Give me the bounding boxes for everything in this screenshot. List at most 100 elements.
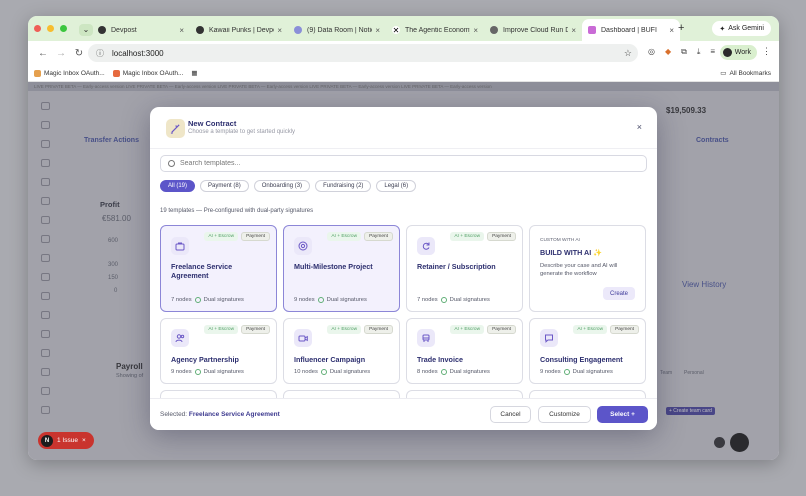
tab-label: Improve Cloud Run Dev xyxy=(503,26,569,34)
tab-kawaii-punks[interactable]: Kawaii Punks | Devpost× xyxy=(190,19,288,41)
cancel-button[interactable]: Cancel xyxy=(490,406,531,423)
devpost-favicon-icon xyxy=(196,26,204,34)
filter-legal[interactable]: Legal (6) xyxy=(376,180,417,192)
close-icon[interactable]: × xyxy=(637,122,642,132)
maximize-window-button[interactable] xyxy=(60,25,67,32)
custom-title: BUILD WITH AI ✨ xyxy=(540,248,603,257)
issue-badge[interactable]: N 1 Issue × xyxy=(38,432,94,449)
template-card-agency[interactable]: AI + Escrow Payment Agency Partnership 9 … xyxy=(160,318,277,384)
template-search[interactable] xyxy=(160,155,647,172)
bookmark-item[interactable]: Magic Inbox OAuth... xyxy=(112,69,183,77)
customize-button[interactable]: Customize xyxy=(538,406,591,423)
tab-devpost[interactable]: Devpost × xyxy=(92,19,190,41)
modal-header: New Contract Choose a template to get st… xyxy=(150,107,657,149)
next-logo-icon: N xyxy=(41,434,53,447)
ask-gemini-button[interactable]: ✦ Ask Gemini xyxy=(712,21,771,36)
node-count: 9 nodes xyxy=(294,297,315,303)
template-card-freelance[interactable]: AI + Escrow Payment Freelance Service Agr… xyxy=(160,225,277,312)
all-bookmarks[interactable]: ▭ All Bookmarks xyxy=(720,69,771,78)
search-input[interactable] xyxy=(180,160,580,167)
badges: AI + Escrow Payment xyxy=(450,325,516,334)
tab-close-icon[interactable]: × xyxy=(277,26,282,35)
new-tab-button[interactable]: + xyxy=(678,22,684,34)
tab-close-icon[interactable]: × xyxy=(571,26,576,35)
close-window-button[interactable] xyxy=(34,25,41,32)
back-icon[interactable]: ← xyxy=(34,48,52,59)
tab-close-icon[interactable]: × xyxy=(179,26,184,35)
download-icon[interactable]: ⤓ xyxy=(697,47,701,57)
x-favicon-icon: ✕ xyxy=(392,25,400,35)
extension-icon[interactable]: ◎ xyxy=(648,47,655,57)
template-grid: AI + Escrow Payment Freelance Service Agr… xyxy=(160,225,649,402)
template-card-trade-invoice[interactable]: AI + Escrow Payment Trade Invoice 8 nodes… xyxy=(406,318,523,384)
badges: AI + Escrow Payment xyxy=(573,325,639,334)
minimize-window-button[interactable] xyxy=(47,25,54,32)
close-icon[interactable]: × xyxy=(82,437,86,444)
check-circle-icon xyxy=(440,369,447,375)
flask-icon[interactable] xyxy=(730,433,749,452)
bookmark-star-icon[interactable]: ☆ xyxy=(624,48,632,59)
signature-label: Dual signatures xyxy=(203,369,244,375)
template-card-build-with-ai[interactable]: CUSTOM WITH AI BUILD WITH AI ✨ Describe … xyxy=(529,225,646,312)
template-card-retainer[interactable]: AI + Escrow Payment Retainer / Subscripti… xyxy=(406,225,523,312)
avatar xyxy=(722,48,732,57)
bookmark-item[interactable]: Magic Inbox OAuth... xyxy=(34,69,105,77)
template-card-consulting[interactable]: AI + Escrow Payment Consulting Engagement… xyxy=(529,318,646,384)
ask-gemini-label: Ask Gemini xyxy=(728,25,764,32)
devpost-favicon-icon xyxy=(98,26,106,34)
tab-close-icon[interactable]: × xyxy=(473,26,478,35)
extension-icon[interactable]: ◆ xyxy=(665,47,671,57)
filter-onboarding[interactable]: Onboarding (3) xyxy=(253,180,311,192)
puzzle-icon[interactable]: ⧉ xyxy=(681,47,687,57)
forward-icon[interactable]: → xyxy=(52,48,70,59)
media-icon[interactable]: ≡ xyxy=(710,47,715,57)
address-bar[interactable]: ⓘ localhost:3000 ☆ xyxy=(88,44,638,62)
node-count: 10 nodes xyxy=(294,369,318,375)
profile-button[interactable]: Work xyxy=(719,45,757,60)
bookmark-favicon-icon xyxy=(112,69,120,77)
filter-payment[interactable]: Payment (8) xyxy=(200,180,249,192)
url-text: localhost:3000 xyxy=(112,48,164,58)
node-count: 7 nodes xyxy=(171,297,192,303)
tab-cloud-run[interactable]: Improve Cloud Run Dev× xyxy=(484,19,582,41)
node-count: 9 nodes xyxy=(171,369,192,375)
modal-subtitle: Choose a template to get started quickly xyxy=(188,129,296,135)
check-circle-icon xyxy=(440,297,447,303)
create-button[interactable]: Create xyxy=(602,287,635,300)
template-meta: 9 nodes Dual signatures xyxy=(294,297,367,303)
target-icon xyxy=(294,237,312,255)
filter-all[interactable]: All (19) xyxy=(160,180,196,192)
signature-label: Dual signatures xyxy=(572,369,613,375)
modal-footer: Selected: Freelance Service Agreement Ca… xyxy=(150,398,657,430)
signature-label: Dual signatures xyxy=(203,297,244,303)
tab-agentic-economy[interactable]: ✕ The Agentic Economy × xyxy=(386,19,484,41)
signature-label: Dual signatures xyxy=(329,369,371,375)
tab-dashboard[interactable]: Dashboard | BUFI × xyxy=(582,19,680,41)
tab-notion[interactable]: (9) Data Room | Notion × xyxy=(288,19,386,41)
node-count: 7 nodes xyxy=(417,297,438,303)
check-circle-icon xyxy=(194,297,201,303)
window-controls xyxy=(34,25,67,32)
video-icon xyxy=(294,329,312,347)
status-dot xyxy=(714,437,725,448)
check-circle-icon xyxy=(317,297,324,303)
reload-icon[interactable]: ↻ xyxy=(70,48,88,59)
badges: AI + Escrow Payment xyxy=(204,325,270,334)
more-menu-icon[interactable]: ⋮ xyxy=(762,46,771,57)
tab-label: The Agentic Economy xyxy=(405,26,471,34)
bookmarks-bar: Magic Inbox OAuth... Magic Inbox OAuth..… xyxy=(28,65,779,82)
site-info-icon[interactable]: ⓘ xyxy=(96,48,104,59)
tab-label: (9) Data Room | Notion xyxy=(307,26,373,34)
extension-icons: ◎ ◆ ⧉ ⤓ ≡ xyxy=(648,47,715,57)
tab-close-icon[interactable]: × xyxy=(375,26,380,35)
template-title: Trade Invoice xyxy=(417,355,463,364)
template-card-multi-milestone[interactable]: AI + Escrow Payment Multi-Milestone Proje… xyxy=(283,225,400,312)
select-button[interactable]: Select + xyxy=(597,406,648,423)
template-card-influencer[interactable]: AI + Escrow Payment Influencer Campaign 1… xyxy=(283,318,400,384)
tab-close-icon[interactable]: × xyxy=(669,26,674,35)
tab-search-icon[interactable]: ⌄ xyxy=(79,24,93,36)
filter-fundraising[interactable]: Fundraising (2) xyxy=(315,180,372,192)
tabs: Devpost× Kawaii Punks | Devpost× (9) Dat… xyxy=(92,19,680,41)
template-title: Retainer / Subscription xyxy=(417,262,496,271)
apps-grid-icon[interactable]: ▦ xyxy=(191,69,197,77)
